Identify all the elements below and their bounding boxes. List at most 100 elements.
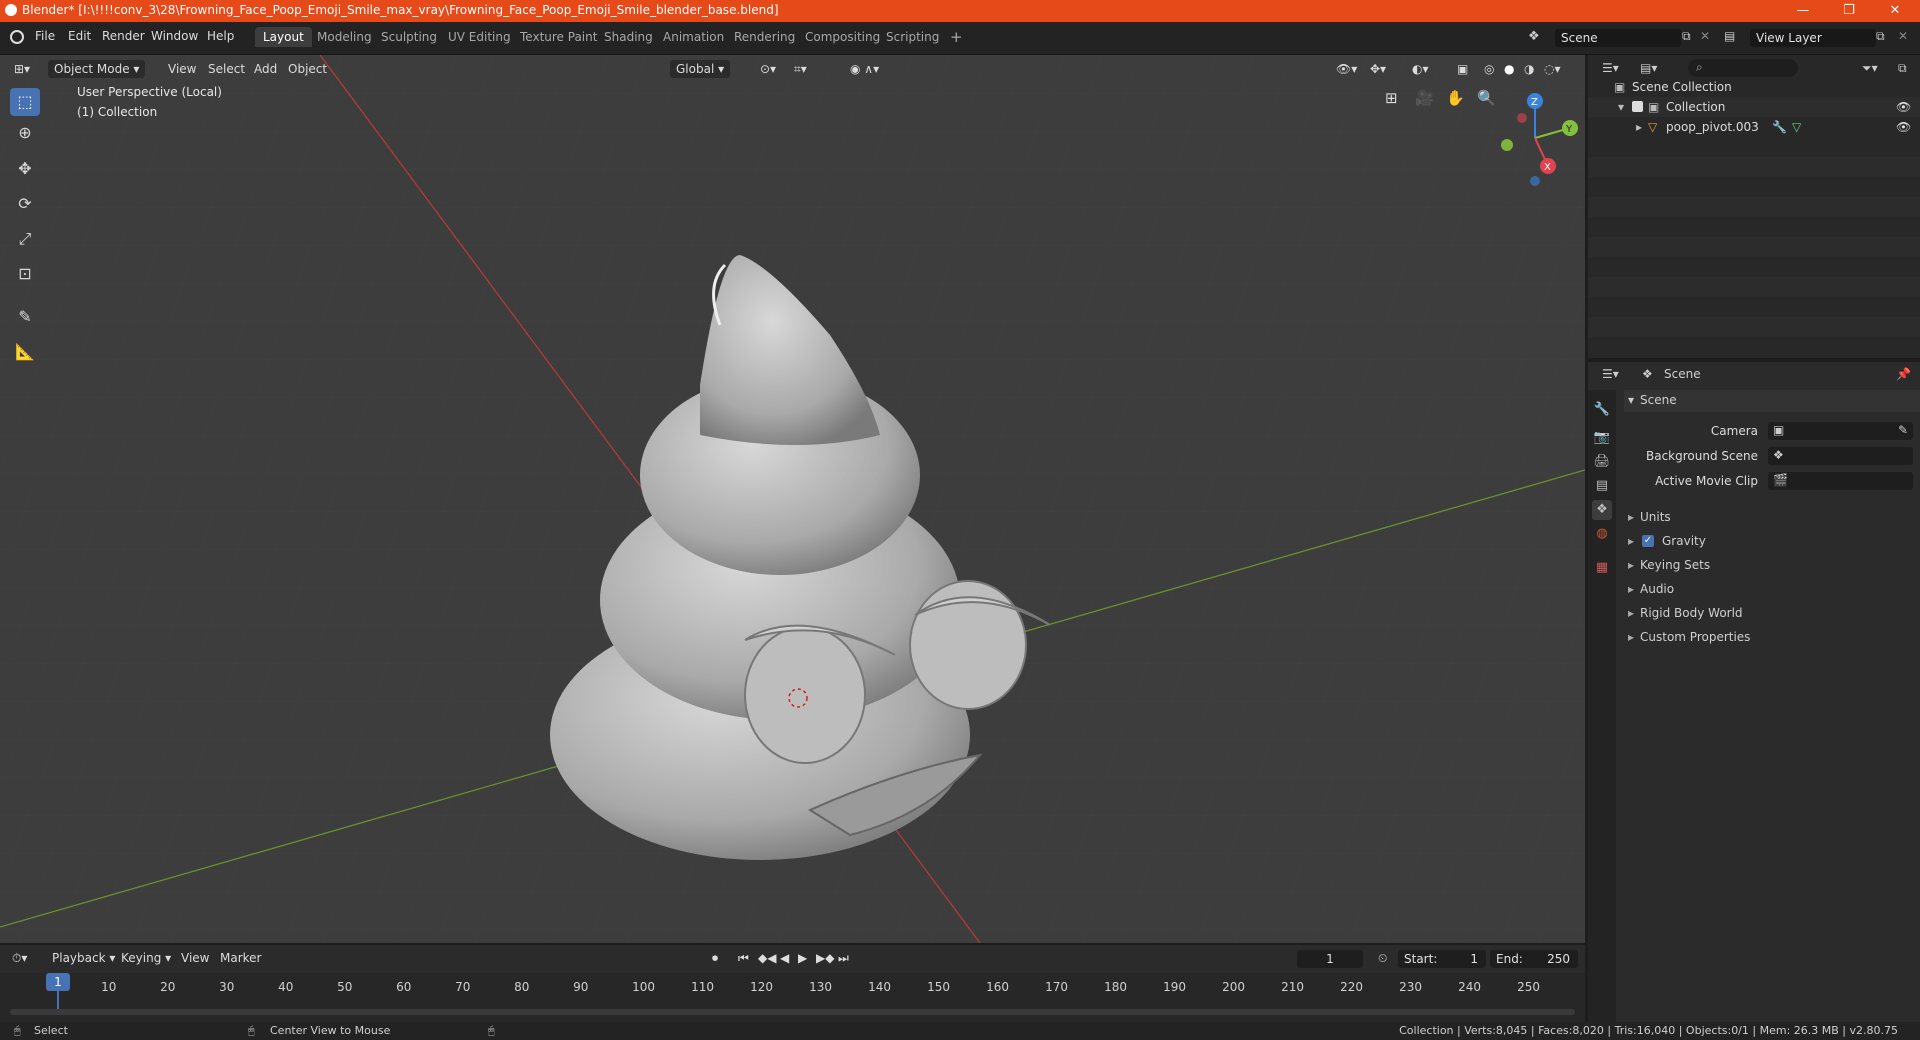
auto-keying-icon[interactable]: ⏲ (1378, 951, 1387, 966)
menu-window[interactable]: Window (151, 29, 198, 43)
tab-scripting[interactable]: Scripting (878, 27, 947, 47)
mesh-data-icon[interactable]: ▽ (1792, 117, 1801, 137)
outliner-editor-type-icon[interactable]: ☰▾ (1602, 61, 1619, 75)
menu-render[interactable]: Render (102, 29, 145, 43)
eyedropper-icon[interactable]: ✎ (1898, 423, 1908, 437)
view-layer-icon[interactable]: ▤ (1724, 29, 1735, 43)
jump-end-icon[interactable]: ⏭ (838, 951, 849, 966)
prev-keyframe-icon[interactable]: ◆◀ (758, 951, 776, 965)
view-layer-field[interactable]: View Layer (1750, 29, 1876, 47)
collection-visibility-icon[interactable]: 👁 (1896, 97, 1911, 117)
move-tool-icon[interactable]: ✥ (10, 155, 40, 183)
outliner-search-input[interactable]: ⌕ (1688, 59, 1798, 77)
new-collection-icon[interactable]: ⧉ (1898, 61, 1907, 76)
scene-field[interactable]: Scene (1555, 29, 1681, 47)
filter-icon[interactable]: ⏷▾ (1862, 61, 1878, 76)
scene-panel-header[interactable]: ▾ Scene (1624, 390, 1920, 412)
rendered-shading-icon[interactable]: ◌▾ (1544, 60, 1561, 78)
tool-tab-icon[interactable]: 🔧 (1592, 400, 1612, 420)
tab-texture-paint[interactable]: Texture Paint (512, 27, 605, 47)
material-shading-icon[interactable]: ◑ (1524, 60, 1534, 78)
jump-start-icon[interactable]: ⏮ (738, 951, 749, 966)
toggle-camera-view-icon[interactable]: ⊞ (1385, 89, 1398, 107)
end-frame-field[interactable]: End: 250 (1490, 950, 1578, 968)
scene-panel-collapse-icon[interactable]: ▾ (1628, 393, 1634, 407)
tab-compositing[interactable]: Compositing (797, 27, 888, 47)
custom-properties-expand-icon[interactable]: ▸ (1628, 630, 1634, 644)
blender-menu-icon[interactable] (10, 30, 24, 44)
navigation-gizmo[interactable]: Z Y X (1490, 83, 1580, 193)
transform-tool-icon[interactable]: ⊡ (10, 260, 40, 288)
proportional-edit-icon[interactable]: ◉ ∧▾ (850, 60, 879, 78)
new-view-layer-icon[interactable]: ⧉ (1876, 29, 1885, 44)
keying-sets-panel-header[interactable]: ▸ Keying Sets (1624, 555, 1920, 577)
timeline-menu-marker[interactable]: Marker (220, 951, 261, 965)
overlays-icon[interactable]: ◐▾ (1412, 60, 1429, 78)
timeline-scrollbar[interactable] (10, 1009, 1575, 1015)
visibility-icon[interactable]: 👁▾ (1336, 60, 1357, 78)
start-frame-field[interactable]: Start: 1 (1398, 950, 1486, 968)
tab-modeling[interactable]: Modeling (309, 27, 380, 47)
gravity-expand-icon[interactable]: ▸ (1628, 534, 1634, 548)
active-movie-clip-field[interactable]: 🎬 (1768, 472, 1913, 490)
texture-tab-icon[interactable]: ▦ (1592, 558, 1612, 578)
tab-rendering[interactable]: Rendering (726, 27, 803, 47)
delete-view-layer-icon[interactable]: ✕ (1898, 29, 1908, 43)
minimize-button[interactable]: — (1780, 0, 1826, 22)
scale-tool-icon[interactable]: ⤢ (10, 225, 40, 253)
scene-icon[interactable]: ❖ (1528, 29, 1546, 47)
snap-icon[interactable]: ⌗▾ (794, 60, 807, 78)
world-tab-icon[interactable]: ◍ (1592, 524, 1612, 544)
next-keyframe-icon[interactable]: ▶◆ (816, 951, 834, 965)
select-box-tool-icon[interactable]: ⬚ (10, 88, 40, 116)
3d-viewport[interactable]: ⊞▾ Object Mode ▾ View Select Add Object … (0, 55, 1585, 943)
units-expand-icon[interactable]: ▸ (1628, 510, 1634, 524)
rigid-body-world-expand-icon[interactable]: ▸ (1628, 606, 1634, 620)
viewport-menu-view[interactable]: View (168, 60, 196, 78)
audio-expand-icon[interactable]: ▸ (1628, 582, 1634, 596)
play-reverse-icon[interactable]: ◀ (780, 951, 789, 965)
add-workspace-button[interactable]: + (942, 27, 971, 47)
keying-sets-expand-icon[interactable]: ▸ (1628, 558, 1634, 572)
measure-tool-icon[interactable]: 📐 (10, 338, 40, 366)
new-scene-icon[interactable]: ⧉ (1682, 29, 1691, 44)
record-button-icon[interactable]: ⏺ (712, 951, 718, 966)
outliner-row-collection[interactable]: ▾ ▣ Collection 👁 (1588, 97, 1920, 117)
outliner-row-object[interactable]: ▸ ▽ poop_pivot.003 🔧 ▽ 👁 (1588, 117, 1920, 137)
menu-file[interactable]: File (35, 29, 55, 43)
units-panel-header[interactable]: ▸ Units (1624, 507, 1920, 529)
solid-shading-icon[interactable]: ● (1504, 60, 1514, 78)
tab-layout[interactable]: Layout (255, 27, 312, 47)
annotate-tool-icon[interactable]: ✎ (10, 303, 40, 331)
timeline-editor-type-icon[interactable]: ⏱▾ (12, 951, 27, 966)
rigid-body-world-panel-header[interactable]: ▸ Rigid Body World (1624, 603, 1920, 625)
camera-field[interactable]: ▣ ✎ (1768, 422, 1913, 440)
properties-editor-type-icon[interactable]: ☰▾ (1602, 367, 1619, 381)
tab-uv-editing[interactable]: UV Editing (440, 27, 519, 47)
mode-dropdown[interactable]: Object Mode ▾ (48, 60, 146, 78)
timeline-menu-playback[interactable]: Playback ▾ (52, 951, 115, 965)
menu-help[interactable]: Help (207, 29, 234, 43)
expand-arrow-icon[interactable]: ▾ (1618, 97, 1624, 117)
viewport-menu-add[interactable]: Add (254, 60, 277, 78)
tab-animation[interactable]: Animation (655, 27, 732, 47)
rotate-tool-icon[interactable]: ⟳ (10, 190, 40, 218)
tab-shading[interactable]: Shading (596, 27, 661, 47)
modifier-icon[interactable]: 🔧 (1772, 117, 1787, 137)
current-frame-field[interactable]: 1 (1297, 950, 1363, 968)
pin-icon[interactable]: 📌 (1896, 367, 1911, 381)
playhead-frame-indicator[interactable]: 1 (46, 973, 70, 991)
display-mode-icon[interactable]: ▤▾ (1640, 61, 1657, 75)
cursor-tool-icon[interactable]: ⊕ (10, 119, 40, 147)
custom-properties-panel-header[interactable]: ▸ Custom Properties (1624, 627, 1920, 649)
outliner-row-scene-collection[interactable]: ▣ Scene Collection (1588, 77, 1920, 97)
pivot-icon[interactable]: ⊙▾ (760, 60, 776, 78)
audio-panel-header[interactable]: ▸ Audio (1624, 579, 1920, 601)
menu-edit[interactable]: Edit (68, 29, 91, 43)
wireframe-shading-icon[interactable]: ◎ (1484, 60, 1494, 78)
timeline-menu-keying[interactable]: Keying ▾ (121, 951, 171, 965)
play-icon[interactable]: ▶ (798, 951, 807, 965)
editor-type-icon[interactable]: ⊞▾ (14, 60, 30, 78)
pan-view-icon[interactable]: ✋ (1446, 89, 1465, 107)
camera-view-icon[interactable]: 🎥 (1415, 89, 1434, 107)
